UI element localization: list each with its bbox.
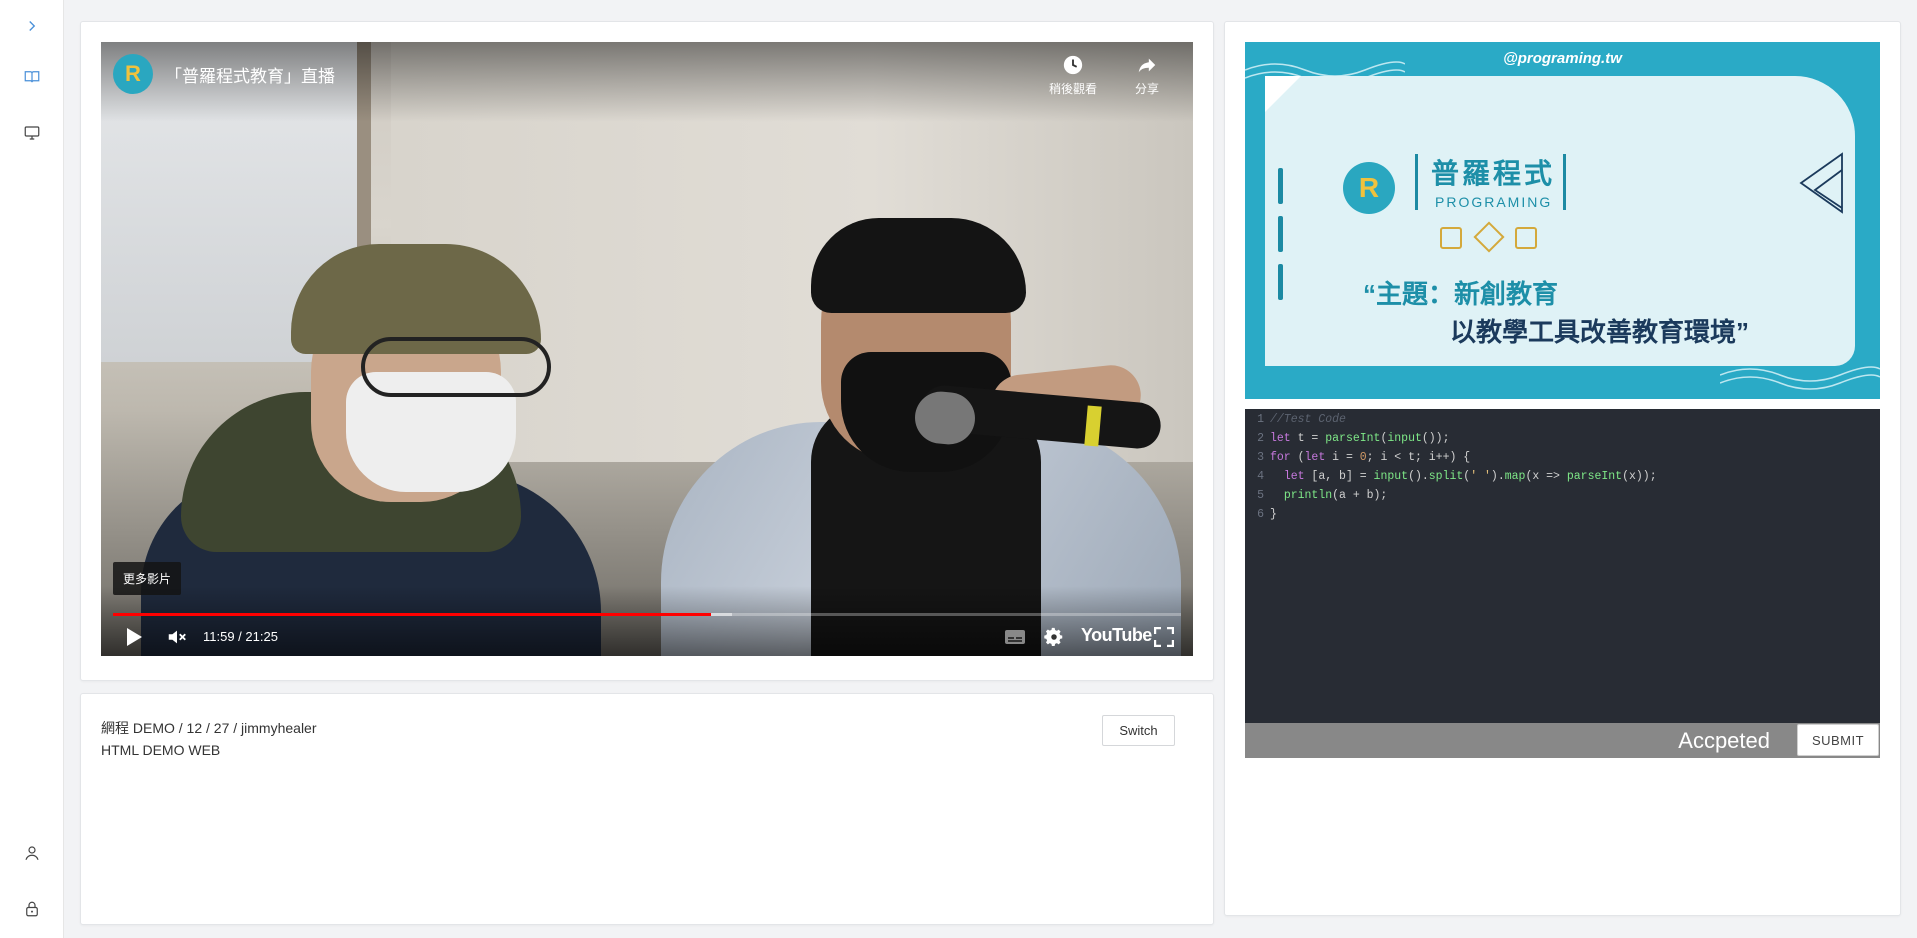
subtitles-icon: [1005, 630, 1025, 644]
time-display: 11:59 / 21:25: [203, 629, 278, 644]
code-line: 4 let [a, b] = input().split(' ').map(x …: [1257, 470, 1657, 483]
code-editor[interactable]: 1//Test Code 2 let t = parseInt(input());…: [1245, 409, 1880, 723]
watch-later-button[interactable]: 稍後觀看: [1043, 54, 1103, 97]
code-line: 3 for (let i = 0; i < t; i++) {: [1257, 451, 1471, 464]
banner-topic-line2: 以教學工具改善教育環境”: [1450, 317, 1750, 347]
triangle-decoration-icon: [1799, 152, 1843, 214]
code-line: 5 println(a + b);: [1257, 489, 1388, 502]
fullscreen-button[interactable]: [1151, 624, 1177, 650]
share-button[interactable]: 分享: [1117, 54, 1177, 97]
status-text: Accpeted: [1678, 728, 1770, 753]
video-title[interactable]: 「普羅程式教育」直播: [165, 62, 335, 87]
book-icon[interactable]: [20, 65, 44, 89]
play-icon: [127, 628, 142, 646]
switch-button[interactable]: Switch: [1102, 715, 1175, 746]
square-icon: [1515, 227, 1537, 249]
promo-banner: @programing.tw R 普羅程式 PROGRAMING “主題：新創教…: [1245, 42, 1880, 399]
code-line: 6}: [1257, 508, 1277, 521]
progress-played: [113, 613, 712, 616]
sidebar: [0, 0, 64, 938]
code-line: 2 let t = parseInt(input());: [1257, 432, 1450, 445]
play-button[interactable]: [121, 624, 147, 650]
banner-logo: R: [1343, 162, 1395, 214]
expand-chevron-icon[interactable]: [20, 14, 44, 38]
youtube-logo[interactable]: YouTube: [1081, 625, 1152, 646]
page-subtitle: HTML DEMO WEB: [101, 742, 221, 758]
mute-button[interactable]: [163, 624, 191, 650]
video-player[interactable]: R 「普羅程式教育」直播 稍後觀看 分享 更多影片 11:59 / 21:25 …: [101, 42, 1193, 656]
share-icon: [1138, 58, 1156, 73]
banner-brand-sub: PROGRAMING: [1435, 194, 1553, 210]
subtitles-button[interactable]: [1002, 624, 1028, 650]
clock-icon: [1063, 55, 1083, 75]
channel-logo[interactable]: R: [113, 54, 153, 94]
breadcrumb: 網程 DEMO / 12 / 27 / jimmyhealer: [101, 720, 317, 736]
monitor-icon[interactable]: [20, 121, 44, 145]
user-icon[interactable]: [20, 841, 44, 865]
progress-bar[interactable]: [113, 613, 1181, 616]
settings-button[interactable]: [1041, 624, 1067, 650]
share-label: 分享: [1134, 82, 1159, 96]
code-line: 1//Test Code: [1257, 413, 1346, 426]
submit-button[interactable]: SUBMIT: [1797, 724, 1879, 756]
watch-later-label: 稍後觀看: [1048, 82, 1097, 96]
video-frame[interactable]: [101, 42, 1193, 656]
square-icon: [1440, 227, 1462, 249]
submit-bar: Accpeted SUBMIT: [1245, 723, 1880, 758]
fullscreen-icon: [1154, 627, 1174, 647]
banner-topic-line1: “主題：新創教育: [1363, 279, 1559, 309]
muted-speaker-icon: [168, 630, 186, 644]
banner-brand-name: 普羅程式: [1431, 158, 1556, 189]
lock-icon[interactable]: [20, 897, 44, 921]
banner-handle: @programing.tw: [1503, 50, 1622, 67]
gear-icon: [1044, 627, 1063, 646]
